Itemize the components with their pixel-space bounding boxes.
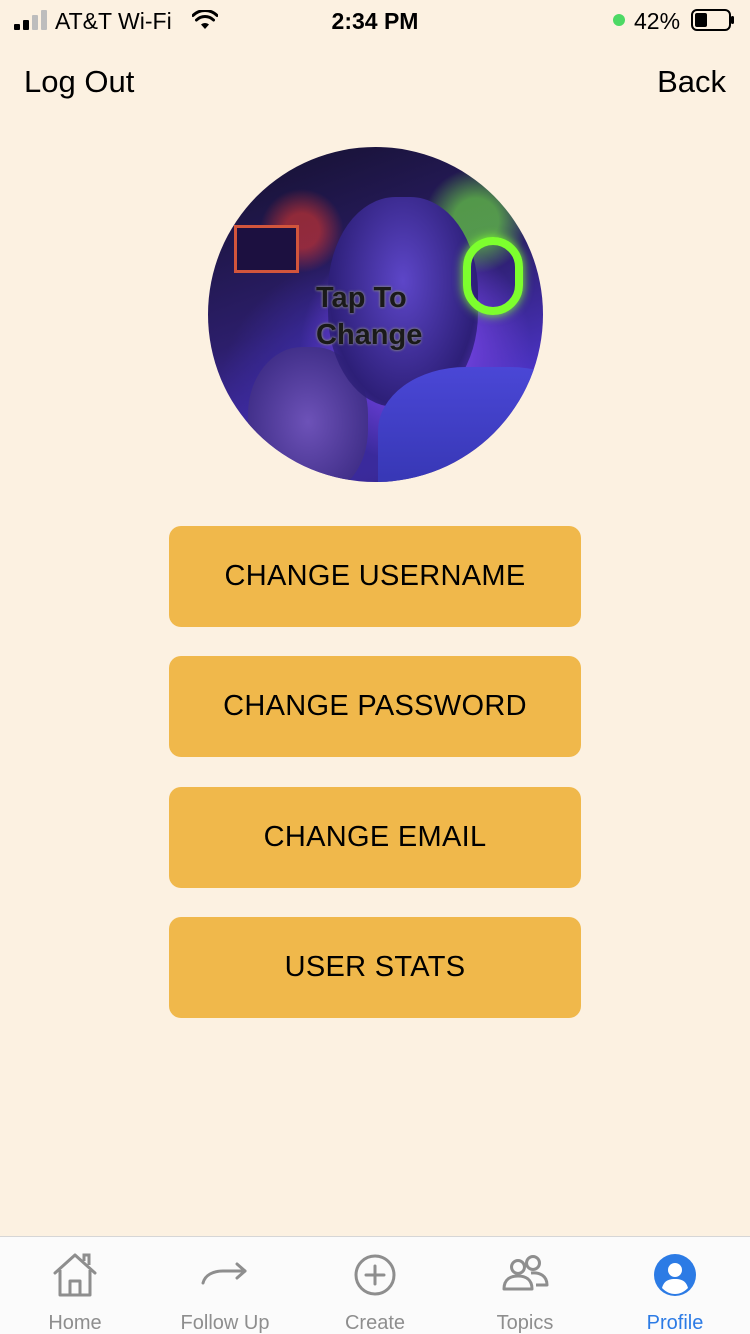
home-icon — [53, 1253, 97, 1297]
battery-percent: 42% — [634, 8, 681, 34]
tab-create-label: Create — [344, 1312, 406, 1334]
tap-to-change-line2: Change — [316, 319, 423, 351]
tab-topics-label: Topics — [496, 1312, 554, 1334]
tap-to-change-label[interactable]: Tap To Change — [316, 280, 456, 354]
tab-follow-up[interactable]: Follow Up — [150, 1237, 300, 1334]
users-icon — [502, 1255, 549, 1291]
profile-icon — [654, 1254, 696, 1296]
tab-home[interactable]: Home — [0, 1237, 150, 1334]
arrow-right-icon — [201, 1262, 247, 1285]
tab-profile-label: Profile — [646, 1312, 704, 1334]
tab-follow-up-label: Follow Up — [180, 1312, 270, 1334]
tab-topics[interactable]: Topics — [450, 1237, 600, 1334]
battery-icon — [691, 9, 734, 31]
change-email-button[interactable]: CHANGE EMAIL — [169, 787, 581, 888]
tab-create[interactable]: Create — [300, 1237, 450, 1334]
change-password-button[interactable]: CHANGE PASSWORD — [169, 656, 581, 757]
status-bar: AT&T Wi-Fi 2:34 PM 42% — [0, 0, 750, 40]
charging-indicator-icon — [613, 14, 625, 26]
back-button[interactable]: Back — [657, 64, 726, 100]
tab-bar: Home Follow Up Create Topics Profile — [0, 1236, 750, 1334]
change-username-button[interactable]: CHANGE USERNAME — [169, 526, 581, 627]
user-stats-button[interactable]: USER STATS — [169, 917, 581, 1018]
tab-profile[interactable]: Profile — [600, 1237, 750, 1334]
log-out-button[interactable]: Log Out — [24, 64, 134, 100]
plus-circle-icon — [354, 1254, 396, 1296]
tab-home-label: Home — [48, 1312, 102, 1334]
tap-to-change-line1: Tap To — [316, 282, 407, 314]
